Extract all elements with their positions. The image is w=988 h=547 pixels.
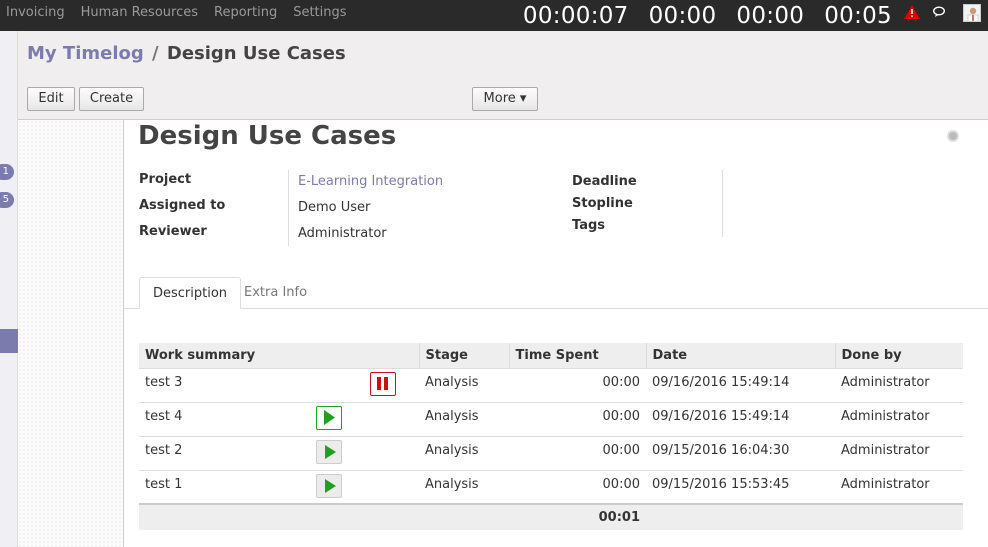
breadcrumb: My Timelog / Design Use Cases: [27, 43, 346, 64]
table-row[interactable]: test 1 Analysis 00:00 09/15/2016 15:53:4…: [139, 469, 963, 504]
table-row[interactable]: test 2 Analysis 00:00 09/15/2016 16:04:3…: [139, 435, 963, 470]
cell-done-by: Administrator: [835, 367, 963, 402]
work-log-table: Work summary Stage Time Spent Date Done …: [139, 343, 963, 530]
field-divider: [288, 170, 289, 246]
cell-date: 09/16/2016 15:49:14: [646, 367, 835, 402]
menu-invoicing[interactable]: Invoicing: [6, 4, 65, 21]
field-label-assigned-to: Assigned to: [139, 198, 226, 213]
cell-stage: Analysis: [419, 401, 509, 436]
tab-extra-info[interactable]: Extra Info: [231, 277, 320, 309]
more-dropdown-button[interactable]: More ▾: [472, 87, 538, 111]
top-navbar: Invoicing Human Resources Reporting Sett…: [0, 0, 988, 31]
cell-work-summary: test 1: [139, 469, 419, 504]
cell-stage: Analysis: [419, 367, 509, 402]
timer-display: 00:00:07 00:00 00:00 00:05: [503, 0, 892, 31]
column-header-time-spent[interactable]: Time Spent: [508, 343, 646, 368]
play-icon: [325, 479, 336, 493]
field-project-link[interactable]: E-Learning Integration: [298, 174, 443, 189]
cell-date: 09/15/2016 15:53:45: [646, 469, 835, 504]
table-footer-row: 00:01: [139, 503, 963, 530]
breadcrumb-current: Design Use Cases: [166, 43, 346, 64]
table-header-row: Work summary Stage Time Spent Date Done …: [139, 343, 963, 368]
field-divider: [722, 170, 723, 237]
timer-2: 00:00: [648, 2, 717, 29]
status-indicator-icon[interactable]: [947, 130, 959, 142]
notebook-tabs: Description Extra Info: [124, 277, 988, 309]
total-time-spent: 00:01: [509, 503, 646, 530]
play-timer-button[interactable]: [316, 440, 342, 464]
cell-work-summary: test 4: [139, 401, 419, 436]
sidebar-badge[interactable]: 1: [0, 164, 14, 180]
cell-done-by: Administrator: [835, 401, 963, 436]
field-label-project: Project: [139, 172, 192, 187]
table-row[interactable]: test 4 Analysis 00:00 09/16/2016 15:49:1…: [139, 401, 963, 436]
menu-settings[interactable]: Settings: [293, 4, 346, 21]
column-header-date[interactable]: Date: [645, 343, 835, 368]
timer-4: 00:05: [824, 2, 892, 29]
timer-3: 00:00: [736, 2, 805, 29]
left-sidebar: 1 5: [0, 31, 18, 547]
column-header-stage[interactable]: Stage: [418, 343, 509, 368]
field-assigned-to-value: Demo User: [298, 200, 371, 215]
play-icon: [325, 445, 336, 459]
chat-icon[interactable]: [933, 6, 947, 18]
play-timer-button[interactable]: [316, 406, 342, 430]
play-icon: [324, 410, 335, 425]
user-avatar[interactable]: [963, 4, 981, 22]
pause-icon: [377, 377, 388, 390]
cell-time-spent: 00:00: [509, 435, 646, 470]
top-menu: Invoicing Human Resources Reporting Sett…: [6, 4, 363, 21]
record-title: Design Use Cases: [138, 121, 397, 151]
field-reviewer-value: Administrator: [298, 226, 387, 241]
cell-done-by: Administrator: [835, 435, 963, 470]
column-header-done-by[interactable]: Done by: [834, 343, 963, 368]
cell-done-by: Administrator: [835, 469, 963, 504]
tab-description[interactable]: Description: [139, 277, 242, 309]
sidebar-active-item[interactable]: [0, 329, 18, 353]
cell-work-summary: test 2: [139, 435, 419, 470]
cell-date: 09/16/2016 15:49:14: [646, 401, 835, 436]
warning-icon[interactable]: [904, 5, 920, 19]
menu-reporting[interactable]: Reporting: [214, 4, 277, 21]
edit-button[interactable]: Edit: [27, 87, 75, 111]
breadcrumb-parent-link[interactable]: My Timelog: [27, 43, 144, 64]
menu-human-resources[interactable]: Human Resources: [81, 4, 198, 21]
field-label-stopline: Stopline: [572, 196, 633, 211]
cell-stage: Analysis: [419, 435, 509, 470]
breadcrumb-separator: /: [152, 43, 159, 64]
cell-time-spent: 00:00: [509, 401, 646, 436]
control-panel: My Timelog / Design Use Cases Edit Creat…: [18, 31, 988, 120]
table-row[interactable]: test 3 Analysis 00:00 09/16/2016 15:49:1…: [139, 367, 963, 402]
field-label-reviewer: Reviewer: [139, 224, 207, 239]
pause-timer-button[interactable]: [370, 372, 396, 396]
field-label-deadline: Deadline: [572, 174, 637, 189]
create-button[interactable]: Create: [79, 87, 144, 111]
cell-date: 09/15/2016 16:04:30: [646, 435, 835, 470]
field-label-tags: Tags: [572, 218, 606, 233]
cell-time-spent: 00:00: [509, 469, 646, 504]
timer-total: 00:00:07: [522, 2, 629, 29]
cell-time-spent: 00:00: [509, 367, 646, 402]
sidebar-badge[interactable]: 5: [0, 192, 14, 208]
cell-stage: Analysis: [419, 469, 509, 504]
column-header-work-summary[interactable]: Work summary: [139, 343, 419, 368]
play-timer-button[interactable]: [316, 474, 342, 498]
